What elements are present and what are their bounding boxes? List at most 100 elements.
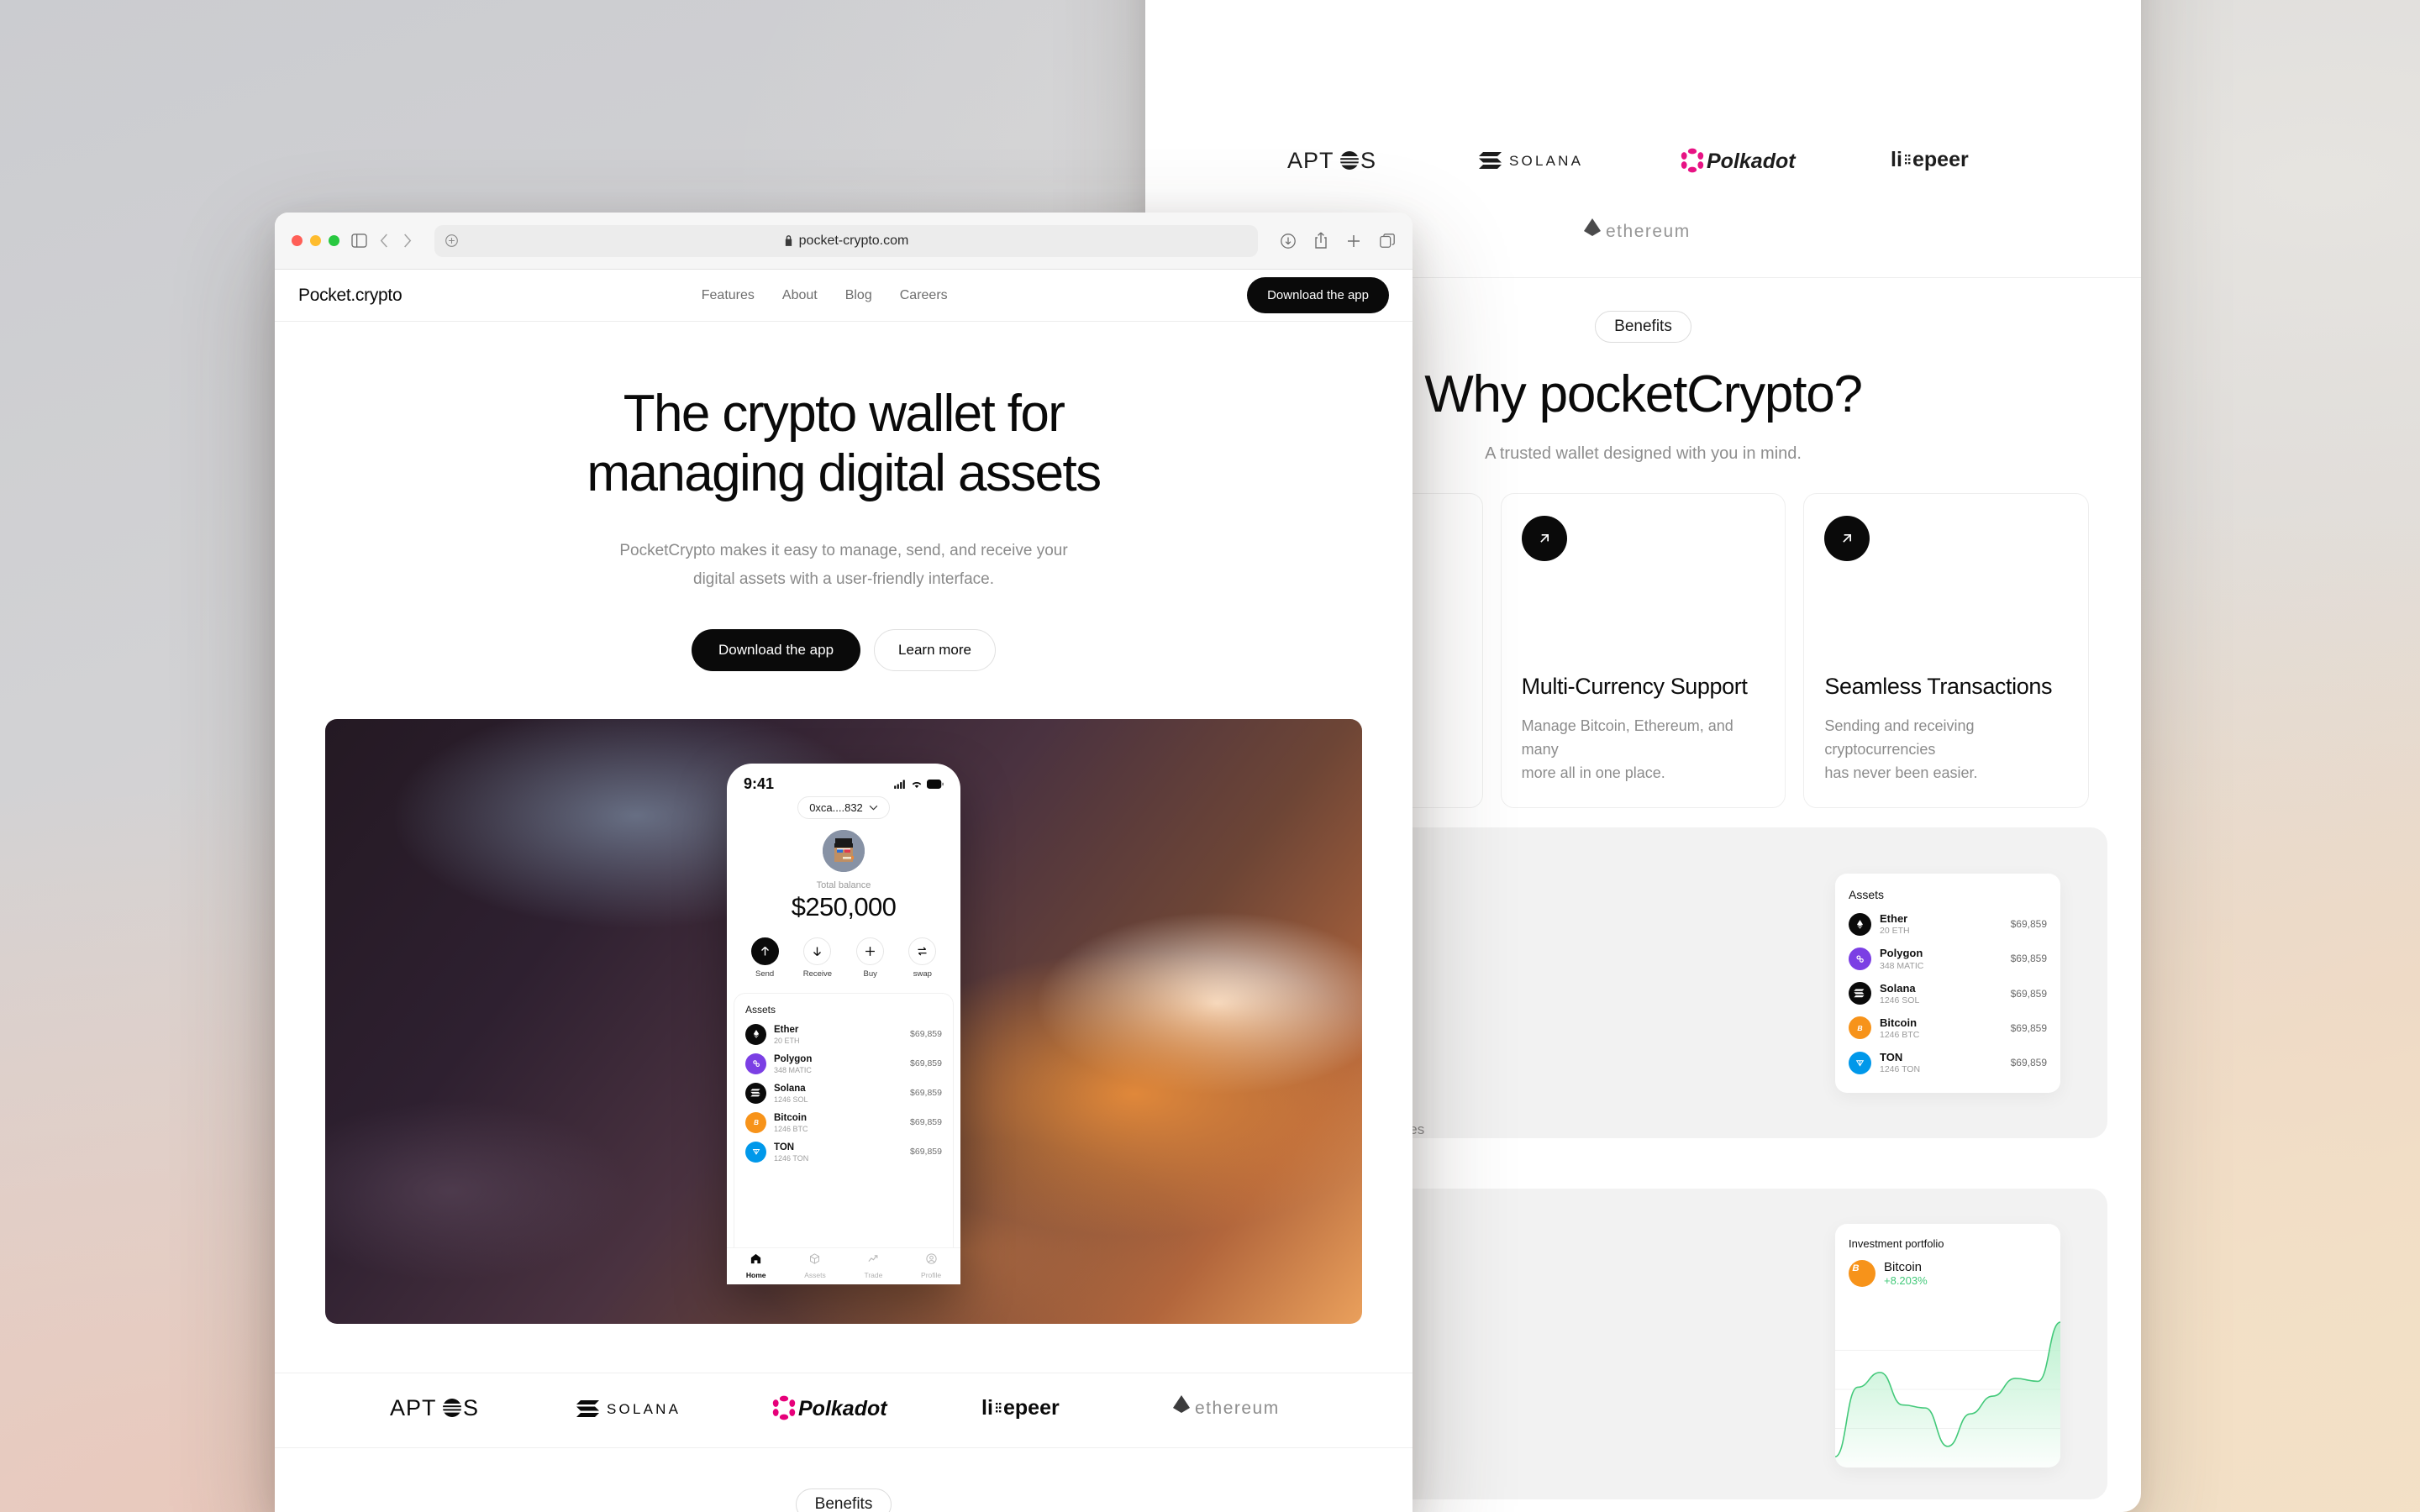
phone-tab-trade-label: Trade (864, 1271, 883, 1280)
svg-text:li: li (981, 1396, 993, 1420)
chevron-left-icon[interactable] (379, 234, 390, 248)
portfolio-card-coin-row: B Bitcoin +8.203% (1849, 1260, 2047, 1287)
plus-icon[interactable] (1345, 233, 1362, 249)
phone-action-buy[interactable]: Buy (856, 937, 885, 979)
minimize-window-button[interactable] (310, 235, 321, 246)
phone-asset-amount-ether: 20 ETH (774, 1036, 800, 1045)
hero-learn-more-button[interactable]: Learn more (874, 628, 996, 671)
back-asset-name-ether: Ether (1880, 912, 1908, 925)
header-download-app-button[interactable]: Download the app (1247, 277, 1389, 313)
phone-asset-row-polygon[interactable]: Polygon 348 MATIC $69,859 (745, 1053, 942, 1074)
phone-asset-value-polygon: $69,859 (910, 1058, 942, 1069)
back-asset-row-ether[interactable]: Ether 20 ETH $69,859 (1849, 912, 2047, 936)
phone-asset-row-ton[interactable]: TON 1246 TON $69,859 (745, 1141, 942, 1163)
livepeer-logo: li epeer (981, 1395, 1091, 1425)
nav-link-blog[interactable]: Blog (845, 288, 872, 303)
pixel-avatar-icon (823, 829, 865, 872)
back-asset-value-polygon: $69,859 (2010, 953, 2047, 965)
browser-toolbar[interactable]: pocket-crypto.com (275, 213, 1413, 270)
close-window-button[interactable] (292, 235, 302, 246)
nav-link-features[interactable]: Features (702, 288, 755, 303)
phone-tabbar[interactable]: Home Assets Trade Profile (727, 1247, 960, 1284)
back-benefits-pill: Benefits (1595, 311, 1691, 343)
reload-icon[interactable] (445, 234, 459, 248)
nav-link-careers[interactable]: Careers (900, 288, 948, 303)
window-traffic-lights[interactable] (292, 235, 339, 246)
benefit-card-2-body: Manage Bitcoin, Ethereum, and many more … (1522, 715, 1765, 785)
phone-tab-trade[interactable]: Trade (864, 1252, 882, 1279)
share-icon[interactable] (1313, 232, 1328, 249)
sidebar-toggle-icon[interactable] (351, 234, 367, 248)
hero-artwork-image: 9:41 0xca....832 Total balance $250,000 … (325, 718, 1362, 1324)
phone-tab-profile-label: Profile (921, 1271, 942, 1280)
svg-text:B: B (1857, 1024, 1862, 1032)
benefit-card-3-line1: Sending and receiving cryptocurrencies (1824, 717, 1975, 759)
hero-subtitle-line2: digital assets with a user-friendly inte… (693, 570, 994, 588)
benefit-card-3[interactable]: Seamless Transactions Sending and receiv… (1803, 493, 2090, 808)
back-asset-amount-ton: 1246 TON (1880, 1064, 1921, 1075)
cellular-signal-icon (894, 780, 905, 789)
tab-overview-icon[interactable] (1379, 233, 1396, 249)
phone-tab-profile[interactable]: Profile (921, 1252, 941, 1279)
back-assets-card: Assets Ether 20 ETH $69,859 Polygon 348 … (1835, 874, 2060, 1094)
phone-asset-row-solana[interactable]: Solana 1246 SOL $69,859 (745, 1082, 942, 1104)
phone-asset-name-ton: TON (774, 1142, 795, 1153)
hero-cta-group[interactable]: Download the app Learn more (275, 628, 1413, 671)
benefit-card-2[interactable]: Multi-Currency Support Manage Bitcoin, E… (1500, 493, 1786, 808)
hero-subtitle-line1: PocketCrypto makes it easy to manage, se… (619, 542, 1068, 560)
phone-actions[interactable]: Send Receive Buy swap (727, 937, 960, 979)
phone-action-receive[interactable]: Receive (803, 937, 832, 979)
foreground-browser-window[interactable]: pocket-crypto.com Pocket.crypto Features… (275, 213, 1413, 1512)
chevron-right-icon[interactable] (402, 234, 413, 248)
site-header[interactable]: Pocket.crypto Features About Blog Career… (275, 270, 1413, 322)
phone-tab-home[interactable]: Home (746, 1252, 765, 1279)
arrow-up-right-icon[interactable] (1521, 516, 1567, 561)
svg-text:S: S (463, 1395, 478, 1420)
maximize-window-button[interactable] (329, 235, 339, 246)
phone-action-receive-label: Receive (802, 969, 833, 979)
back-asset-row-bitcoin[interactable]: B Bitcoin 1246 BTC $69,859 (1849, 1016, 2047, 1040)
hero-download-app-button[interactable]: Download the app (692, 628, 861, 671)
solana-coin-icon (745, 1082, 766, 1104)
svg-text:li: li (1891, 148, 1902, 171)
phone-wallet-address[interactable]: 0xca....832 (797, 795, 890, 819)
back-asset-row-polygon[interactable]: Polygon 348 MATIC $69,859 (1849, 947, 2047, 971)
ether-coin-icon (1849, 912, 1871, 936)
site-brand[interactable]: Pocket.crypto (298, 286, 402, 306)
download-icon[interactable] (1280, 233, 1297, 249)
hero-section: The crypto wallet for managing digital a… (275, 322, 1413, 671)
svg-text:APT: APT (390, 1395, 437, 1420)
svg-text:epeer: epeer (1912, 148, 1969, 171)
chevron-down-icon (869, 805, 878, 811)
back-asset-row-ton[interactable]: TON 1246 TON $69,859 (1849, 1051, 2047, 1074)
browser-toolbar-right[interactable] (1280, 232, 1396, 249)
nav-link-about[interactable]: About (782, 288, 818, 303)
phone-asset-row-ether[interactable]: Ether 20 ETH $69,859 (745, 1023, 942, 1045)
portfolio-card-title: Investment portfolio (1849, 1237, 1944, 1250)
phone-status-bar: 9:41 (727, 764, 960, 793)
phone-asset-amount-polygon: 348 MATIC (774, 1065, 812, 1074)
address-bar[interactable]: pocket-crypto.com (434, 224, 1258, 257)
phone-tab-assets-label: Assets (804, 1271, 826, 1280)
phone-asset-amount-solana: 1246 SOL (774, 1095, 808, 1104)
back-asset-row-solana[interactable]: Solana 1246 SOL $69,859 (1849, 982, 2047, 1005)
front-benefits-section: Benefits (275, 1448, 1413, 1512)
url-text: pocket-crypto.com (798, 233, 909, 248)
phone-tab-assets[interactable]: Assets (804, 1252, 826, 1279)
phone-action-send[interactable]: Send (750, 937, 779, 979)
battery-icon (927, 779, 944, 789)
back-asset-value-bitcoin: $69,859 (2010, 1021, 2047, 1034)
polkadot-logo: Polkadot (772, 1394, 902, 1425)
phone-action-swap[interactable]: swap (908, 937, 937, 979)
lock-icon (785, 235, 792, 246)
arrow-up-right-icon[interactable] (1824, 516, 1870, 561)
phone-mockup: 9:41 0xca....832 Total balance $250,000 … (727, 763, 960, 1284)
site-nav-links[interactable]: Features About Blog Careers (402, 288, 1247, 303)
phone-asset-name-polygon: Polygon (774, 1054, 813, 1065)
phone-asset-value-bitcoin: $69,859 (910, 1117, 942, 1128)
phone-avatar[interactable] (823, 829, 865, 872)
phone-asset-value-solana: $69,859 (910, 1088, 942, 1099)
phone-asset-row-bitcoin[interactable]: B Bitcoin 1246 BTC $69,859 (745, 1111, 942, 1133)
svg-text:epeer: epeer (1003, 1396, 1060, 1420)
svg-text:B: B (754, 1119, 759, 1126)
